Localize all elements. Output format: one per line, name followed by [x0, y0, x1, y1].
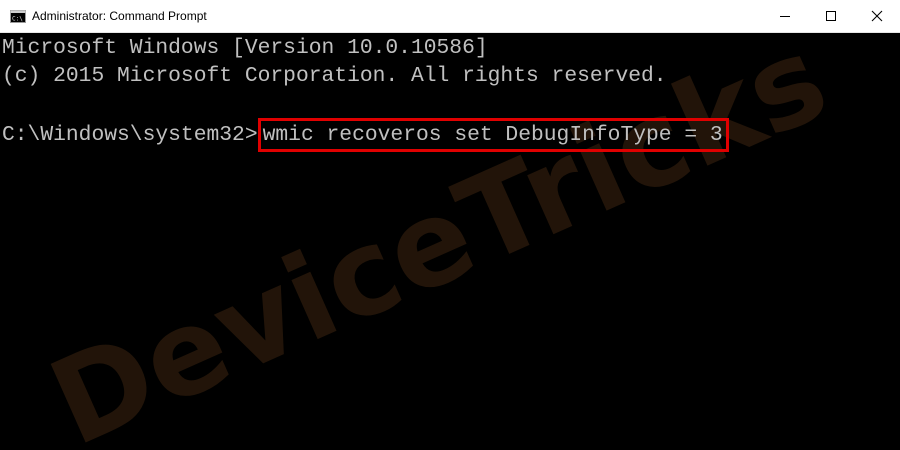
title-bar[interactable]: C:\ Administrator: Command Prompt [0, 0, 900, 33]
maximize-icon[interactable] [808, 0, 854, 32]
command-prompt-window: C:\ Administrator: Command Prompt Device… [0, 0, 900, 450]
close-icon[interactable] [854, 0, 900, 32]
highlighted-command[interactable]: wmic recoveros set DebugInfoType = 3 [257, 118, 729, 152]
prompt-path: C:\Windows\system32> [2, 123, 258, 147]
window-title: Administrator: Command Prompt [32, 9, 207, 23]
copyright-line: (c) 2015 Microsoft Corporation. All righ… [2, 64, 667, 88]
command-line[interactable]: C:\Windows\system32> wmic recoveros set D… [2, 118, 729, 152]
watermark-logo: DeviceTricks [31, 33, 846, 450]
svg-text:C:\: C:\ [12, 15, 23, 22]
window-controls [762, 0, 900, 32]
version-line: Microsoft Windows [Version 10.0.10586] [2, 36, 488, 60]
minimize-icon[interactable] [762, 0, 808, 32]
command-prompt-icon: C:\ [10, 9, 26, 23]
watermark-text: DeviceTricks [31, 33, 846, 450]
console-area[interactable]: DeviceTricks Microsoft Windows [Version … [0, 33, 900, 450]
